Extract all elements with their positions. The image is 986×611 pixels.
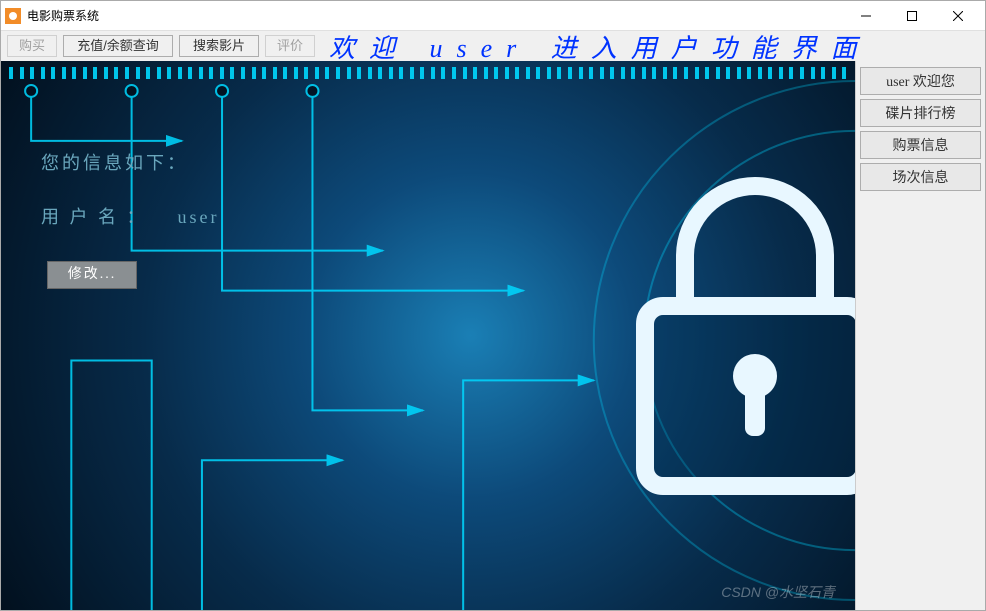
user-info-block: 您的信息如下： 用 户 名 ： user [41,149,220,257]
sidebar-item-sessions[interactable]: 场次信息 [860,163,981,191]
username-row: 用 户 名 ： user [41,203,220,229]
modify-button[interactable]: 修改... [47,261,137,289]
watermark: CSDN @水坚石青 [721,582,835,602]
content-area: 您的信息如下： 用 户 名 ： user 修改... CSDN @水坚石青 us… [1,61,985,610]
main-panel: 您的信息如下： 用 户 名 ： user 修改... CSDN @水坚石青 [1,61,855,610]
close-icon [953,11,963,21]
buy-button: 购买 [7,35,57,57]
welcome-banner: 欢迎 user 进入用户功能界面 [329,28,979,65]
lock-icon [615,156,855,516]
toolbar: 购买 充值/余额查询 搜索影片 评价 欢迎 user 进入用户功能界面 [1,31,985,61]
sidebar-item-welcome[interactable]: user 欢迎您 [860,67,981,95]
minimize-button[interactable] [843,2,889,30]
minimize-icon [861,11,871,21]
close-button[interactable] [935,2,981,30]
app-icon [5,8,21,24]
search-button[interactable]: 搜索影片 [179,35,259,57]
maximize-icon [907,11,917,21]
titlebar: 电影购票系统 [1,1,985,31]
ruler-top [1,67,855,83]
window-controls [843,2,981,30]
sidebar-item-tickets[interactable]: 购票信息 [860,131,981,159]
window-title: 电影购票系统 [27,7,843,24]
recharge-button[interactable]: 充值/余额查询 [63,35,173,57]
app-window: 电影购票系统 购买 充值/余额查询 搜索影片 评价 欢迎 user 进入用户功能… [0,0,986,611]
side-panel: user 欢迎您 碟片排行榜 购票信息 场次信息 [855,61,985,610]
username-label: 用 户 名 ： [41,207,148,227]
info-heading: 您的信息如下： [41,149,220,175]
review-button: 评价 [265,35,315,57]
username-value: user [178,207,220,227]
sidebar-item-ranking[interactable]: 碟片排行榜 [860,99,981,127]
maximize-button[interactable] [889,2,935,30]
